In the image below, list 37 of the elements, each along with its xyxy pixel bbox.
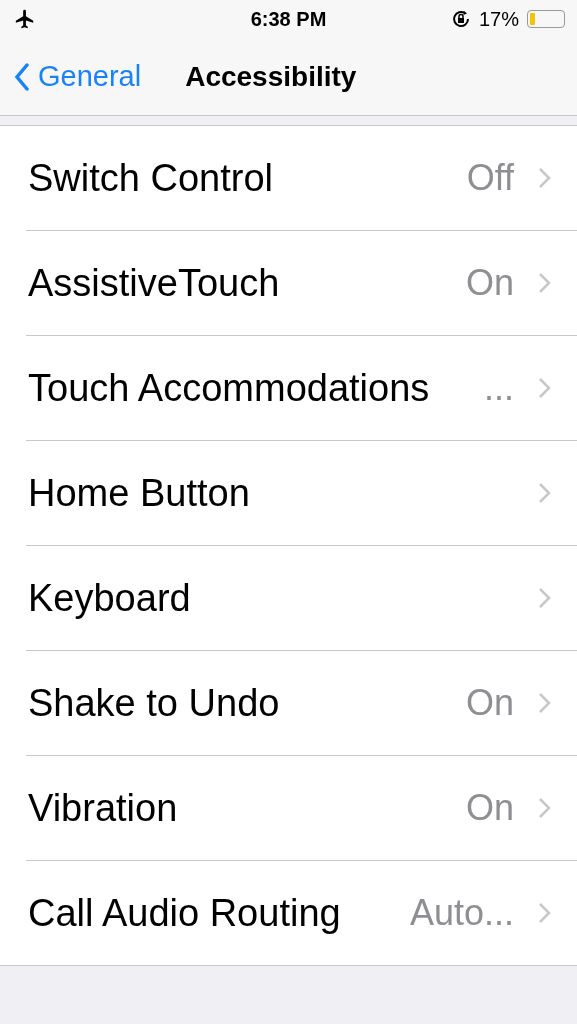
- row-value: On: [465, 682, 514, 724]
- chevron-icon: [538, 587, 551, 609]
- row-value: Off: [466, 157, 514, 199]
- row-label: Keyboard: [28, 576, 191, 620]
- chevron-icon: [538, 272, 551, 294]
- chevron-icon: [538, 377, 551, 399]
- settings-row[interactable]: Touch Accommodations ...: [26, 335, 577, 440]
- settings-row[interactable]: Keyboard: [26, 545, 577, 650]
- row-value: On: [465, 787, 514, 829]
- settings-row[interactable]: AssistiveTouch On: [26, 230, 577, 335]
- page-title: Accessibility: [185, 60, 357, 93]
- row-value: On: [465, 262, 514, 304]
- rotation-lock-icon: [450, 9, 471, 29]
- settings-row[interactable]: Switch Control Off: [0, 126, 577, 230]
- settings-row[interactable]: Home Button: [26, 440, 577, 545]
- row-label: AssistiveTouch: [28, 261, 280, 305]
- row-label: Switch Control: [28, 156, 273, 200]
- chevron-icon: [538, 692, 551, 714]
- chevron-icon: [538, 902, 551, 924]
- row-label: Call Audio Routing: [28, 891, 341, 935]
- row-value: Auto...: [409, 892, 514, 934]
- row-label: Shake to Undo: [28, 681, 280, 725]
- chevron-icon: [538, 797, 551, 819]
- settings-row[interactable]: Vibration On: [26, 755, 577, 860]
- settings-row[interactable]: Shake to Undo On: [26, 650, 577, 755]
- status-time: 6:38 PM: [250, 7, 327, 31]
- row-label: Vibration: [28, 786, 178, 830]
- row-label: Home Button: [28, 471, 250, 515]
- battery-percentage: 17%: [478, 7, 519, 31]
- back-chevron-icon: [14, 62, 30, 91]
- chevron-icon: [538, 482, 551, 504]
- battery-icon: [527, 10, 565, 28]
- chevron-icon: [538, 167, 551, 189]
- row-value: ...: [484, 367, 514, 409]
- back-button[interactable]: General: [0, 60, 142, 93]
- row-label: Touch Accommodations: [28, 366, 430, 410]
- settings-row[interactable]: Call Audio Routing Auto...: [26, 860, 577, 965]
